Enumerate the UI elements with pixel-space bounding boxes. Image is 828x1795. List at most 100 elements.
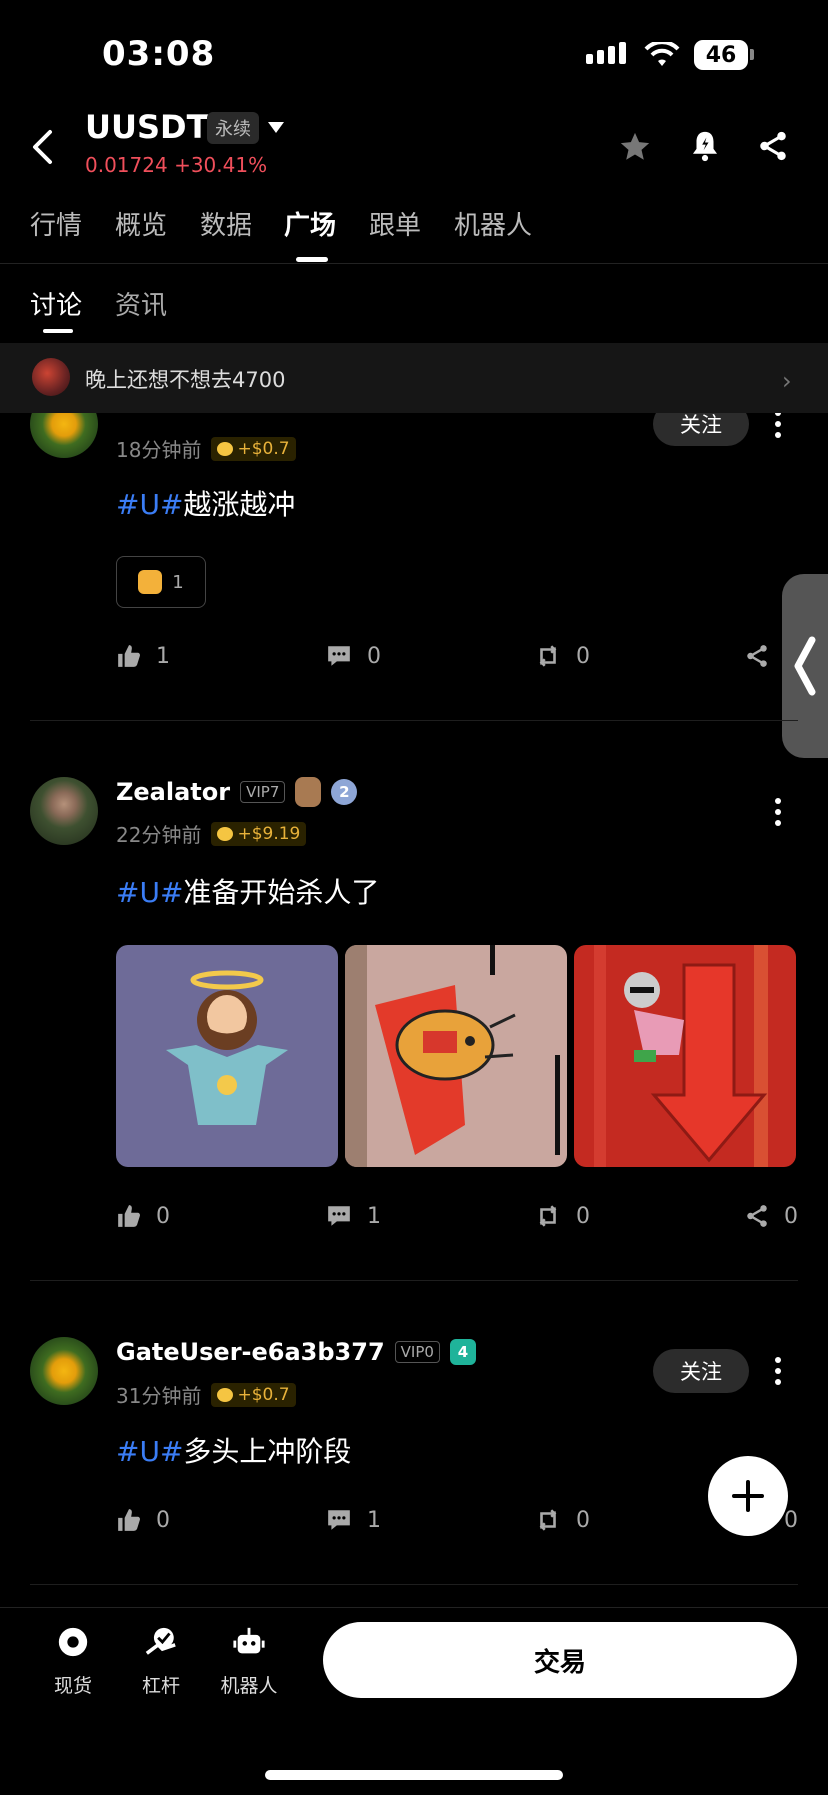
- post-separator: [30, 1584, 798, 1585]
- repost-button[interactable]: 0: [534, 1507, 590, 1533]
- back-icon[interactable]: [30, 128, 54, 166]
- nav-margin[interactable]: 杠杆: [121, 1625, 201, 1698]
- dropdown-caret-icon[interactable]: [268, 122, 284, 133]
- more-options-icon[interactable]: [774, 1357, 782, 1385]
- trade-button[interactable]: 交易: [323, 1622, 797, 1698]
- post-author: GateUser-e6a3b377 VIP0 4: [116, 1338, 476, 1366]
- post-image-falling[interactable]: [574, 945, 796, 1167]
- thumbs-up-emoji-icon: [138, 570, 163, 594]
- follow-button[interactable]: 关注: [653, 1349, 749, 1393]
- hashtag[interactable]: #U#: [116, 876, 183, 909]
- avatar[interactable]: [30, 1337, 98, 1405]
- hashtag[interactable]: #U#: [116, 488, 183, 521]
- create-post-button[interactable]: [708, 1456, 788, 1536]
- chevron-left-icon: [794, 636, 816, 696]
- level-badge: 4: [449, 1339, 476, 1365]
- like-button[interactable]: 1: [116, 643, 170, 669]
- coin-icon: [217, 441, 234, 456]
- comment-button[interactable]: 0: [325, 643, 381, 669]
- post-meta: 18分钟前 +$0.7: [116, 434, 296, 463]
- more-options-icon[interactable]: [774, 410, 782, 438]
- battery-icon: 46: [694, 40, 748, 70]
- post-meta: 31分钟前 +$0.7: [116, 1380, 296, 1409]
- level-badge: 2: [331, 779, 358, 805]
- hashtag[interactable]: #U#: [116, 1435, 183, 1468]
- nav-spot[interactable]: 现货: [33, 1625, 113, 1698]
- banner-text[interactable]: 晚上还想不想去4700: [85, 364, 285, 394]
- comment-icon: [328, 1206, 350, 1226]
- tip-badge: +$0.7: [211, 1382, 296, 1407]
- coin-icon: [217, 1387, 234, 1402]
- repost-button[interactable]: 0: [534, 1203, 590, 1229]
- post-time: 31分钟前: [116, 1384, 202, 1408]
- nav-bots[interactable]: 机器人: [209, 1625, 289, 1698]
- like-icon: [118, 1509, 140, 1531]
- more-options-icon[interactable]: [774, 798, 782, 826]
- post-share-icon[interactable]: [744, 643, 770, 669]
- repost-button[interactable]: 0: [534, 643, 590, 669]
- share-icon[interactable]: [756, 128, 790, 164]
- spot-icon: [58, 1626, 89, 1657]
- home-indicator: [265, 1770, 563, 1780]
- robot-icon: [233, 1627, 265, 1654]
- price-change: 0.01724 +30.41%: [85, 153, 267, 177]
- repost-icon: [539, 645, 557, 667]
- active-tab-indicator: [296, 257, 328, 262]
- comment-button[interactable]: 1: [325, 1507, 381, 1533]
- bottom-divider: [0, 1607, 828, 1608]
- post-time: 18分钟前: [116, 438, 202, 462]
- post-text[interactable]: #U#多头上冲阶段: [116, 1430, 351, 1470]
- battery-tip: [750, 49, 754, 60]
- status-time: 03:08: [102, 34, 216, 74]
- tabs-divider: [0, 263, 828, 264]
- price-alert-icon[interactable]: [688, 128, 722, 164]
- share-button[interactable]: 0: [744, 1203, 798, 1229]
- signal-icon: [586, 42, 626, 64]
- shield-badge-icon: [295, 777, 322, 807]
- tab-overview[interactable]: 概览: [115, 205, 167, 242]
- active-subtab-indicator: [43, 329, 73, 333]
- subtab-news[interactable]: 资讯: [115, 285, 167, 322]
- coin-icon: [217, 826, 234, 841]
- change-percent: +30.41%: [174, 153, 268, 177]
- tip-badge: +$9.19: [211, 821, 307, 846]
- reaction-chip[interactable]: 1: [116, 556, 206, 608]
- tab-square[interactable]: 广场: [284, 205, 336, 242]
- post-share-icon: [747, 1205, 767, 1227]
- main-tabs: 行情 概览 数据 广场 跟单 机器人: [0, 205, 828, 263]
- tab-data[interactable]: 数据: [200, 205, 252, 242]
- margin-icon: [145, 1627, 176, 1655]
- post-image-cartoon[interactable]: [345, 945, 567, 1167]
- subtab-discussion[interactable]: 讨论: [30, 285, 82, 322]
- vip-badge: VIP0: [394, 1341, 440, 1363]
- tab-market[interactable]: 行情: [30, 205, 82, 242]
- like-button[interactable]: 0: [116, 1507, 170, 1533]
- tab-bots[interactable]: 机器人: [454, 205, 532, 242]
- tip-badge: +$0.7: [211, 436, 296, 461]
- symbol-title[interactable]: UUSDT: [85, 108, 208, 146]
- star-icon[interactable]: [617, 130, 653, 164]
- like-button[interactable]: 0: [116, 1203, 170, 1229]
- avatar[interactable]: [30, 777, 98, 845]
- post-author: Zealator VIP7 2: [116, 777, 358, 807]
- price: 0.01724: [85, 153, 168, 177]
- plus-icon: [732, 1480, 764, 1512]
- comment-button[interactable]: 1: [325, 1203, 381, 1229]
- contract-type-badge[interactable]: 永续: [207, 112, 259, 144]
- reaction-count: 1: [172, 571, 184, 593]
- chevron-right-icon[interactable]: ›: [782, 367, 792, 395]
- side-drawer-handle[interactable]: [782, 574, 828, 758]
- username[interactable]: Zealator: [116, 778, 230, 806]
- comment-icon: [328, 1510, 350, 1530]
- post-text[interactable]: #U#越涨越冲: [116, 483, 295, 523]
- vip-badge: VIP7: [240, 781, 286, 803]
- username[interactable]: GateUser-e6a3b377: [116, 1338, 385, 1366]
- post-text[interactable]: #U#准备开始杀人了: [116, 871, 379, 911]
- repost-icon: [539, 1205, 557, 1227]
- post-time: 22分钟前: [116, 823, 202, 847]
- wifi-icon: [644, 42, 680, 66]
- post-image-jesus[interactable]: [116, 945, 338, 1167]
- like-icon: [118, 1205, 140, 1227]
- tab-copy-trading[interactable]: 跟单: [369, 205, 421, 242]
- post-meta: 22分钟前 +$9.19: [116, 819, 307, 848]
